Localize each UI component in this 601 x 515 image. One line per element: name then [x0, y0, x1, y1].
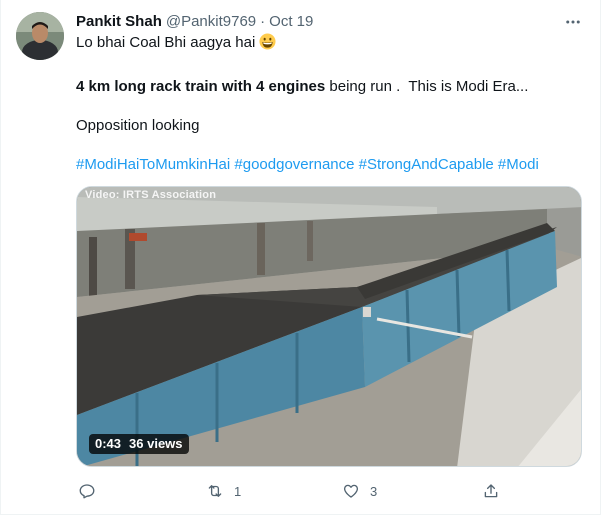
retweet-button[interactable]: 1: [206, 480, 241, 502]
share-icon: [484, 484, 498, 498]
grinning-face-emoji: [259, 33, 276, 50]
video-info-badge: 0:43 36 views: [89, 434, 189, 454]
tweet-text-line-2: 4 km long rack train with 4 engines bein…: [76, 77, 528, 97]
tweet-text-bold: 4 km long rack train with 4 engines: [76, 78, 326, 95]
share-button[interactable]: [482, 480, 500, 502]
more-horizontal-icon: [566, 20, 580, 24]
tweet-actions: 1 3: [76, 480, 506, 502]
video-duration: 0:43: [95, 436, 122, 451]
like-button[interactable]: 3: [342, 480, 377, 502]
tweet-text-intro: Lo bhai Coal Bhi aagya hai: [76, 34, 256, 51]
more-options-button[interactable]: [561, 10, 585, 34]
author-handle[interactable]: @Pankit9769: [166, 13, 256, 30]
reply-icon: [79, 484, 95, 499]
tweet-text-rest: being run . This is Modi Era...: [325, 78, 529, 95]
frame-border-left: [0, 0, 1, 515]
avatar-photo: [16, 12, 64, 60]
tweet-video[interactable]: Video: IRTS Association 0:43 36 views: [76, 186, 582, 467]
reply-button[interactable]: [78, 480, 106, 502]
like-count: 3: [370, 483, 378, 499]
retweet-icon: [208, 485, 222, 497]
tweet-header: Pankit Shah @Pankit9769 · Oct 19: [76, 11, 561, 31]
tweet-text-line-3: Opposition looking: [76, 117, 200, 134]
tweet-text-line-1: Lo bhai Coal Bhi aagya hai: [76, 33, 276, 53]
author-name[interactable]: Pankit Shah: [76, 13, 162, 30]
tweet-timestamp[interactable]: Oct 19: [269, 13, 313, 30]
video-frame: [77, 187, 581, 466]
avatar[interactable]: [16, 12, 64, 60]
header-separator: ·: [260, 12, 266, 30]
video-watermark: Video: IRTS Association: [85, 189, 217, 201]
retweet-count: 1: [234, 483, 242, 499]
heart-icon: [343, 484, 359, 498]
tweet-hashtags[interactable]: #ModiHaiToMumkinHai #goodgovernance #Str…: [76, 155, 539, 175]
video-views: 36 views: [129, 436, 183, 451]
